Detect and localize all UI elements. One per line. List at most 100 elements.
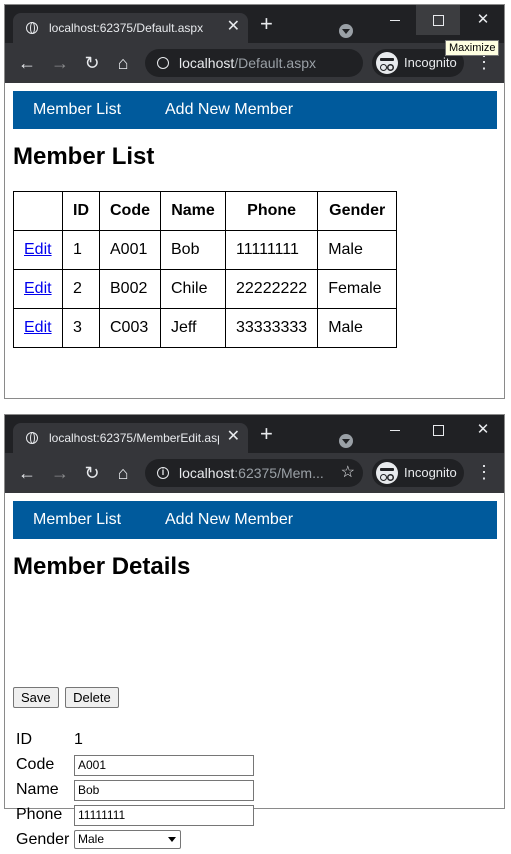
edit-link[interactable]: Edit	[24, 319, 52, 336]
globe-icon	[26, 432, 38, 444]
nav-member-list[interactable]: Member List	[33, 101, 121, 119]
minimize-icon	[390, 430, 400, 432]
phone-cell: 33333333	[224, 308, 319, 348]
incognito-label: Incognito	[404, 465, 457, 480]
maximize-button[interactable]	[416, 5, 460, 35]
browser-toolbar: ← → ↻ ⌂ localhost/Default.aspx Incognito…	[5, 43, 504, 83]
column-header-id: ID	[62, 191, 100, 231]
gender-cell: Male	[317, 308, 398, 348]
name-cell: Chile	[160, 269, 226, 309]
maximize-icon	[432, 425, 444, 437]
tab-title: localhost:62375/MemberEdit.aspx	[49, 431, 219, 445]
table-row: Edit 2 B002 Chile 22222222 Female	[13, 269, 398, 309]
address-bar[interactable]: i localhost:62375/Mem... ☆	[145, 459, 363, 487]
back-arrow-icon[interactable]: ←	[15, 51, 39, 75]
url-path: /Default.aspx	[234, 55, 316, 71]
save-button[interactable]: Save	[13, 687, 59, 708]
maximize-icon	[432, 15, 444, 27]
reload-icon[interactable]: ↻	[80, 461, 104, 485]
edit-cell: Edit	[13, 269, 63, 309]
tab-bar: localhost:62375/Default.aspx ✕ + ✕	[5, 5, 504, 43]
member-table: ID Code Name Phone Gender Edit 1 A001 Bo…	[13, 191, 398, 348]
id-cell: 3	[62, 308, 100, 348]
code-cell: B002	[99, 269, 161, 309]
name-label: Name	[16, 781, 59, 798]
delete-button[interactable]: Delete	[65, 687, 119, 708]
browser-window-member-list: localhost:62375/Default.aspx ✕ + ✕ Maxim…	[4, 4, 505, 399]
phone-cell: 22222222	[224, 269, 319, 309]
minimize-button[interactable]	[373, 415, 417, 445]
gender-select-value: Male	[78, 832, 105, 846]
url-host: localhost	[179, 55, 235, 71]
nav-add-new-member[interactable]: Add New Member	[165, 101, 293, 119]
globe-icon[interactable]	[157, 57, 169, 69]
column-header-action	[13, 191, 63, 231]
tab-bar: localhost:62375/MemberEdit.aspx ✕ + ✕	[5, 415, 504, 453]
browser-window-member-details: localhost:62375/MemberEdit.aspx ✕ + ✕ ← …	[4, 414, 505, 849]
table-row: Edit 3 C003 Jeff 33333333 Male	[13, 308, 398, 348]
phone-label: Phone	[16, 806, 63, 823]
action-buttons: Save Delete	[13, 687, 121, 708]
name-cell: Jeff	[160, 308, 226, 348]
address-bar[interactable]: localhost/Default.aspx	[145, 49, 363, 77]
home-icon[interactable]: ⌂	[111, 461, 135, 485]
back-arrow-icon[interactable]: ←	[15, 461, 39, 485]
table-row: Edit 1 A001 Bob 11111111 Male	[13, 230, 398, 270]
more-menu-icon[interactable]: ⋮	[475, 461, 493, 485]
page-title: Member List	[13, 143, 155, 170]
close-window-button[interactable]: ✕	[461, 5, 505, 35]
browser-toolbar: ← → ↻ ⌂ i localhost:62375/Mem... ☆ Incog…	[5, 453, 504, 493]
nav-add-new-member[interactable]: Add New Member	[165, 511, 293, 529]
code-cell: A001	[99, 230, 161, 270]
url-text: localhost:62375/Mem...	[179, 465, 324, 481]
tab-search-icon[interactable]	[339, 24, 353, 38]
site-navbar: Member List Add New Member	[13, 501, 497, 539]
incognito-badge[interactable]: Incognito	[372, 459, 464, 487]
column-header-code: Code	[99, 191, 161, 231]
phone-cell: 11111111	[224, 230, 319, 270]
browser-tab[interactable]: localhost:62375/Default.aspx ✕	[13, 13, 248, 43]
url-path: :62375/Mem...	[234, 465, 324, 481]
maximize-button[interactable]	[416, 415, 460, 445]
site-navbar: Member List Add New Member	[13, 91, 497, 129]
code-field[interactable]: A001	[74, 755, 254, 776]
reload-icon[interactable]: ↻	[80, 51, 104, 75]
minimize-button[interactable]	[373, 5, 417, 35]
url-host: localhost	[179, 465, 235, 481]
code-cell: C003	[99, 308, 161, 348]
name-field[interactable]: Bob	[74, 780, 254, 801]
edit-link[interactable]: Edit	[24, 241, 52, 258]
minimize-icon	[390, 20, 400, 22]
table-header-row: ID Code Name Phone Gender	[13, 191, 398, 231]
incognito-label: Incognito	[404, 55, 457, 70]
forward-arrow-icon[interactable]: →	[48, 51, 72, 75]
gender-cell: Male	[317, 230, 398, 270]
id-cell: 2	[62, 269, 100, 309]
gender-select[interactable]: Male	[74, 830, 181, 849]
site-info-icon[interactable]: i	[157, 467, 169, 479]
bookmark-star-icon[interactable]: ☆	[341, 462, 355, 482]
url-text: localhost/Default.aspx	[179, 55, 316, 71]
id-cell: 1	[62, 230, 100, 270]
browser-tab[interactable]: localhost:62375/MemberEdit.aspx ✕	[13, 423, 248, 453]
incognito-icon	[376, 52, 398, 74]
close-tab-icon[interactable]: ✕	[227, 428, 240, 446]
forward-arrow-icon[interactable]: →	[48, 461, 72, 485]
id-label: ID	[16, 731, 32, 748]
globe-icon	[26, 22, 38, 34]
new-tab-icon[interactable]: +	[260, 13, 273, 35]
new-tab-icon[interactable]: +	[260, 423, 273, 445]
edit-link[interactable]: Edit	[24, 280, 52, 297]
column-header-phone: Phone	[224, 191, 319, 231]
tab-search-icon[interactable]	[339, 434, 353, 448]
gender-cell: Female	[317, 269, 398, 309]
maximize-tooltip: Maximize	[445, 40, 500, 56]
home-icon[interactable]: ⌂	[111, 51, 135, 75]
page-title: Member Details	[13, 553, 191, 580]
gender-label: Gender	[16, 831, 70, 848]
incognito-icon	[376, 462, 398, 484]
close-window-button[interactable]: ✕	[461, 415, 505, 445]
nav-member-list[interactable]: Member List	[33, 511, 121, 529]
close-tab-icon[interactable]: ✕	[227, 18, 240, 36]
code-label: Code	[16, 756, 55, 773]
